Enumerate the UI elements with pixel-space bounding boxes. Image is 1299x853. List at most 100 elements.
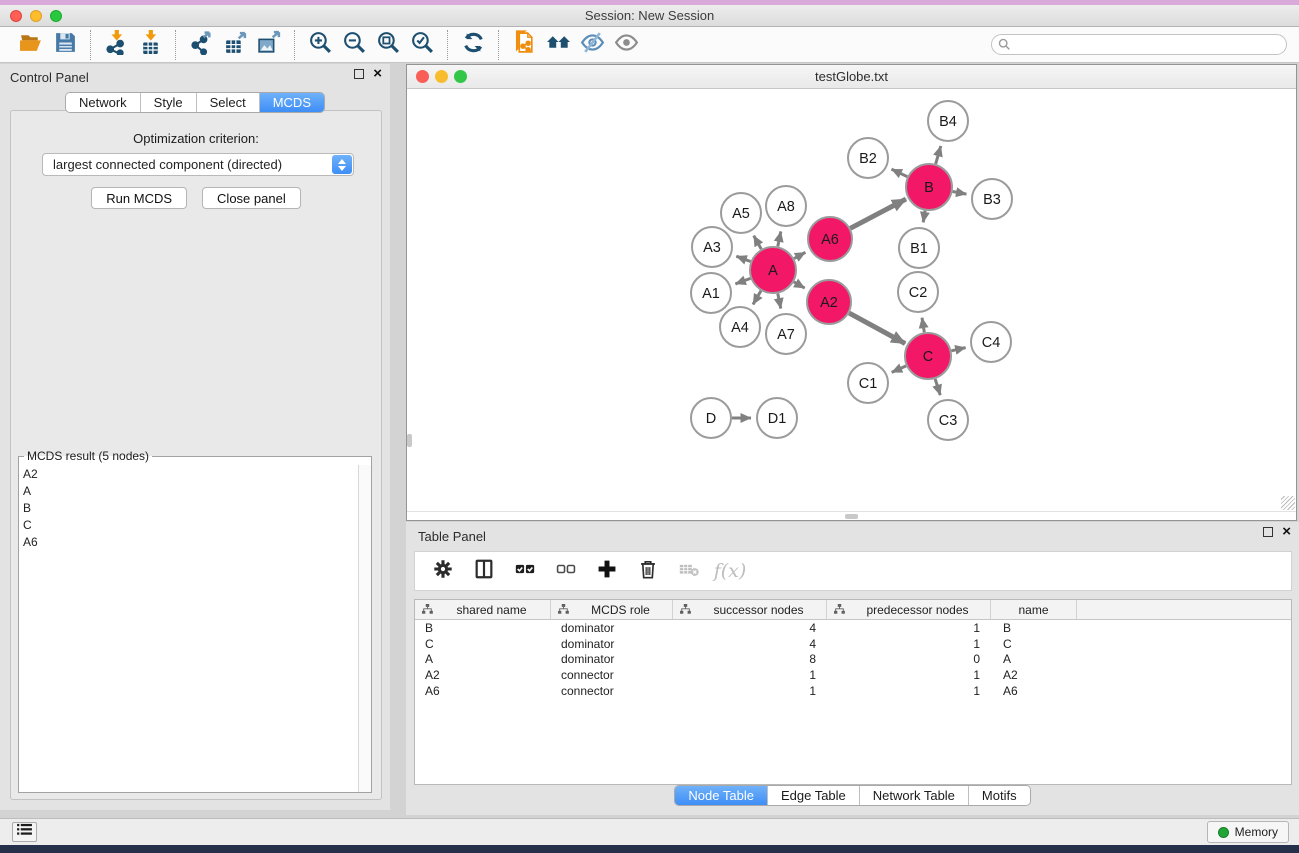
cell-MCDS-role[interactable]: dominator (551, 621, 673, 635)
cell-name[interactable]: B (991, 621, 1077, 635)
cell-shared-name[interactable]: A (415, 652, 551, 666)
open-session-button[interactable] (14, 30, 48, 60)
cell-successor-nodes[interactable]: 1 (673, 684, 827, 698)
column-header-shared-name[interactable]: shared name (415, 600, 551, 619)
edge-C-C2[interactable] (922, 318, 924, 333)
tab-mcds[interactable]: MCDS (260, 93, 324, 112)
cell-predecessor-nodes[interactable]: 1 (827, 637, 991, 651)
select-all-rows-button[interactable] (507, 555, 543, 587)
table-row[interactable]: Adominator80A (415, 651, 1291, 667)
table-row[interactable]: A6connector11A6 (415, 683, 1291, 699)
table-tab-motifs[interactable]: Motifs (969, 786, 1030, 805)
table-row[interactable]: Bdominator41B (415, 620, 1291, 636)
edge-A-A8[interactable] (778, 231, 781, 246)
tab-network[interactable]: Network (66, 93, 141, 112)
tab-select[interactable]: Select (197, 93, 260, 112)
cell-predecessor-nodes[interactable]: 0 (827, 652, 991, 666)
memory-button[interactable]: Memory (1207, 821, 1289, 843)
column-header-name[interactable]: name (991, 600, 1077, 619)
edge-B-B4[interactable] (936, 146, 941, 164)
add-column-button[interactable] (589, 555, 625, 587)
edge-A-A3[interactable] (736, 256, 750, 261)
cell-MCDS-role[interactable]: connector (551, 668, 673, 682)
mcds-result-item[interactable]: C (19, 516, 358, 533)
edge-A-A6[interactable] (794, 252, 805, 258)
cell-name[interactable]: C (991, 637, 1077, 651)
edge-A-A4[interactable] (753, 291, 761, 305)
column-visibility-button[interactable] (466, 555, 502, 587)
column-header-MCDS-role[interactable]: MCDS role (551, 600, 673, 619)
zoom-selected-button[interactable] (405, 30, 439, 60)
network-horizontal-scrollbar[interactable] (407, 511, 1296, 520)
mcds-result-item[interactable]: A2 (19, 465, 358, 482)
mcds-result-item[interactable]: B (19, 499, 358, 516)
hide-selected-button[interactable] (575, 30, 609, 60)
cell-shared-name[interactable]: B (415, 621, 551, 635)
network-resize-grip[interactable] (1281, 496, 1295, 510)
show-all-button[interactable] (609, 30, 643, 60)
edge-B-B3[interactable] (953, 191, 967, 194)
cell-MCDS-role[interactable]: dominator (551, 652, 673, 666)
deselect-all-rows-button[interactable] (548, 555, 584, 587)
float-table-panel-icon[interactable] (1263, 527, 1273, 537)
import-table-button[interactable] (133, 30, 167, 60)
cell-MCDS-role[interactable]: connector (551, 684, 673, 698)
cell-shared-name[interactable]: A2 (415, 668, 551, 682)
cell-shared-name[interactable]: C (415, 637, 551, 651)
column-header-predecessor-nodes[interactable]: predecessor nodes (827, 600, 991, 619)
cell-name[interactable]: A (991, 652, 1077, 666)
zoom-out-button[interactable] (337, 30, 371, 60)
import-network-button[interactable] (99, 30, 133, 60)
network-canvas[interactable]: B4B2BB3A8A5A6A3B1AA1C2A2A4A7C4CC1C3DD1 (407, 89, 1296, 511)
table-row[interactable]: A2connector11A2 (415, 667, 1291, 683)
cell-predecessor-nodes[interactable]: 1 (827, 684, 991, 698)
export-table-button[interactable] (218, 30, 252, 60)
zoom-fit-button[interactable] (371, 30, 405, 60)
cell-successor-nodes[interactable]: 1 (673, 668, 827, 682)
cell-successor-nodes[interactable]: 4 (673, 621, 827, 635)
mcds-result-item[interactable]: A6 (19, 533, 358, 550)
save-session-button[interactable] (48, 30, 82, 60)
edge-A-A5[interactable] (754, 236, 762, 249)
run-mcds-button[interactable]: Run MCDS (91, 187, 187, 209)
edge-A-A7[interactable] (778, 294, 781, 309)
edge-B-B2[interactable] (891, 169, 907, 177)
edge-B-B1[interactable] (923, 211, 925, 223)
table-tab-node-table[interactable]: Node Table (675, 786, 768, 805)
cell-predecessor-nodes[interactable]: 1 (827, 668, 991, 682)
export-network-button[interactable] (184, 30, 218, 60)
edge-A-A1[interactable] (735, 278, 750, 284)
cell-MCDS-role[interactable]: dominator (551, 637, 673, 651)
network-vertical-scrollbar[interactable] (407, 434, 412, 447)
cell-name[interactable]: A6 (991, 684, 1077, 698)
float-panel-icon[interactable] (354, 69, 364, 79)
table-settings-button[interactable] (425, 555, 461, 587)
search-input[interactable] (991, 34, 1287, 55)
network-from-file-button[interactable] (507, 30, 541, 60)
edge-C-C3[interactable] (935, 379, 940, 395)
edge-A-A2[interactable] (794, 282, 805, 288)
edge-C-C1[interactable] (892, 366, 906, 372)
cell-successor-nodes[interactable]: 4 (673, 637, 827, 651)
edge-A6-B[interactable] (850, 199, 906, 228)
show-panels-button[interactable] (12, 822, 37, 842)
result-scrollbar[interactable] (358, 465, 371, 792)
export-image-button[interactable] (252, 30, 286, 60)
criterion-dropdown[interactable]: largest connected component (directed) (42, 153, 354, 176)
mcds-result-item[interactable]: A (19, 482, 358, 499)
edge-A2-C[interactable] (849, 313, 905, 344)
close-panel-button[interactable]: Close panel (202, 187, 301, 209)
cell-successor-nodes[interactable]: 8 (673, 652, 827, 666)
edge-C-C4[interactable] (951, 348, 965, 351)
close-panel-icon[interactable]: × (373, 69, 382, 79)
table-tab-network-table[interactable]: Network Table (860, 786, 969, 805)
first-neighbors-button[interactable] (541, 30, 575, 60)
table-row[interactable]: Cdominator41C (415, 636, 1291, 652)
cell-shared-name[interactable]: A6 (415, 684, 551, 698)
tab-style[interactable]: Style (141, 93, 197, 112)
column-header-successor-nodes[interactable]: successor nodes (673, 600, 827, 619)
delete-column-button[interactable] (630, 555, 666, 587)
cell-name[interactable]: A2 (991, 668, 1077, 682)
zoom-in-button[interactable] (303, 30, 337, 60)
cell-predecessor-nodes[interactable]: 1 (827, 621, 991, 635)
